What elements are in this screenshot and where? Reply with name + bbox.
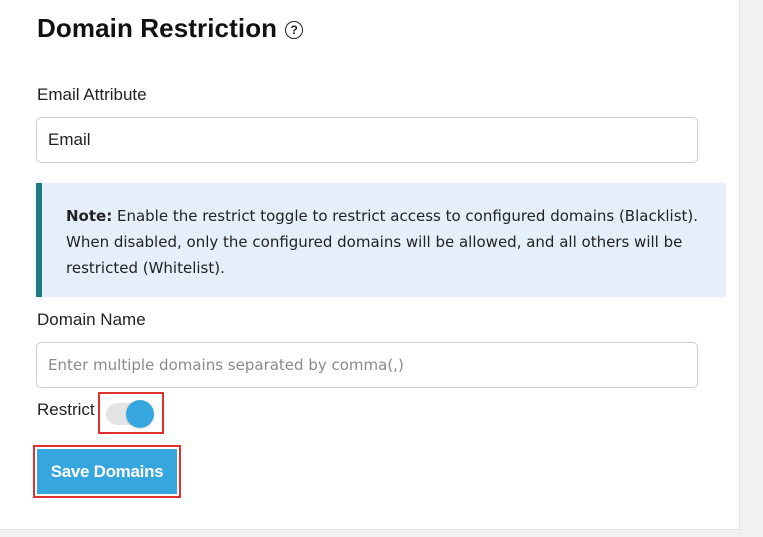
toggle-knob [126, 400, 154, 428]
question-circle-icon[interactable]: ? [285, 21, 304, 39]
note-text: Enable the restrict toggle to restrict a… [66, 207, 699, 277]
restrict-toggle[interactable] [106, 400, 154, 428]
page-title: Domain Restriction [37, 13, 278, 43]
note-box: Note: Enable the restrict toggle to rest… [36, 183, 726, 297]
email-attribute-label: Email Attribute [37, 85, 147, 104]
restrict-toggle-highlight [98, 392, 164, 434]
save-button-highlight: Save Domains [33, 445, 181, 498]
domain-restriction-panel: Domain Restriction ? Email Attribute Not… [0, 0, 740, 530]
email-attribute-input[interactable] [36, 117, 698, 163]
domain-name-label: Domain Name [37, 310, 146, 329]
restrict-row: Restrict [37, 400, 95, 420]
restrict-label: Restrict [37, 400, 95, 419]
save-domains-button[interactable]: Save Domains [37, 449, 177, 494]
domain-name-input[interactable] [36, 342, 698, 388]
note-prefix: Note: [66, 207, 113, 225]
title-row: Domain Restriction ? [37, 13, 304, 44]
